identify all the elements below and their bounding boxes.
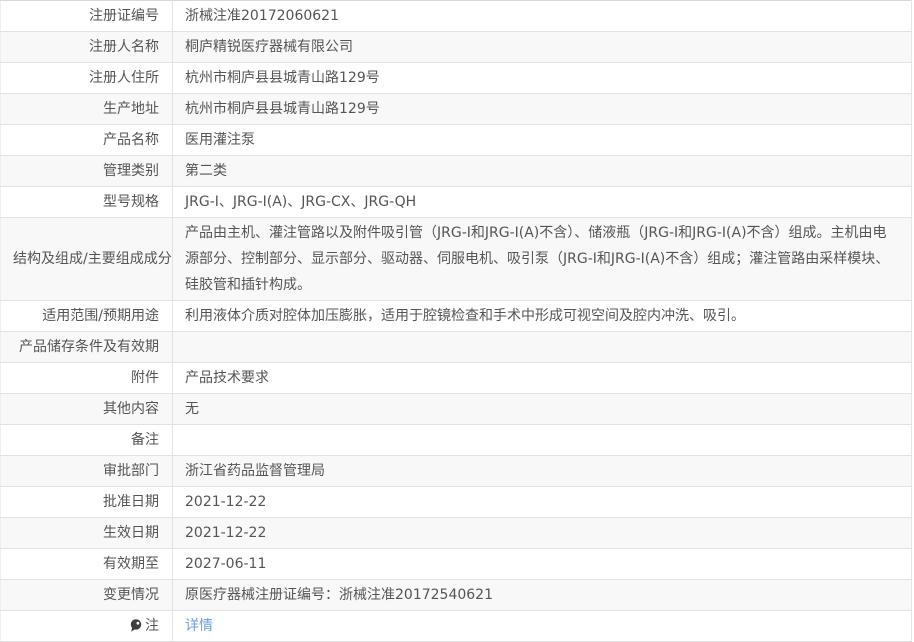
row-value: 浙江省药品监督管理局 [185, 463, 325, 479]
table-row: 生效日期 2021-12-22 [0, 517, 912, 549]
row-label-cell: 有效期至 [0, 548, 173, 580]
row-value-cell: 产品技术要求 [172, 362, 912, 394]
row-label-cell: 结构及组成/主要组成成分 [0, 217, 173, 301]
row-label: 管理类别 [103, 163, 159, 179]
row-value-cell: 医用灌注泵 [172, 124, 912, 156]
row-value: 医用灌注泵 [185, 132, 255, 148]
row-value-cell: 桐庐精锐医疗器械有限公司 [172, 31, 912, 63]
row-value: 杭州市桐庐县县城青山路129号 [185, 70, 380, 86]
row-value: 第二类 [185, 163, 227, 179]
row-value: 利用液体介质对腔体加压膨胀，适用于腔镜检查和手术中形成可视空间及腔内冲洗、吸引。 [185, 308, 745, 324]
row-value-cell: 产品由主机、灌注管路以及附件吸引管（JRG-I和JRG-I(A)不含）、储液瓶（… [172, 217, 912, 301]
row-value: 无 [185, 401, 199, 417]
row-value-cell: 浙江省药品监督管理局 [172, 455, 912, 487]
table-row: 注册证编号 浙械注准20172060621 [0, 0, 912, 32]
row-value-cell: JRG-I、JRG-I(A)、JRG-CX、JRG-QH [172, 186, 912, 218]
row-label-cell: 适用范围/预期用途 [0, 300, 173, 332]
row-label: 注册人名称 [89, 39, 159, 55]
row-value: 浙械注准20172060621 [185, 8, 339, 24]
row-label-cell: 型号规格 [0, 186, 173, 218]
table-row: 注 详情 [0, 610, 912, 642]
table-row: 有效期至 2027-06-11 [0, 548, 912, 580]
row-label-cell: 生效日期 [0, 517, 173, 549]
registration-info-table: 注册证编号 浙械注准20172060621 注册人名称 桐庐精锐医疗器械有限公司… [0, 0, 912, 642]
table-row: 管理类别 第二类 [0, 155, 912, 187]
row-value: 产品由主机、灌注管路以及附件吸引管（JRG-I和JRG-I(A)不含）、储液瓶（… [185, 225, 890, 293]
table-row: 结构及组成/主要组成成分 产品由主机、灌注管路以及附件吸引管（JRG-I和JRG… [0, 217, 912, 301]
row-label-cell: 生产地址 [0, 93, 173, 125]
row-label: 批准日期 [103, 494, 159, 510]
row-label: 产品名称 [103, 132, 159, 148]
row-label: 附件 [131, 370, 159, 386]
row-label: 审批部门 [103, 463, 159, 479]
row-label: 产品储存条件及有效期 [19, 339, 159, 355]
row-label: 注 [145, 618, 159, 634]
row-label: 有效期至 [103, 556, 159, 572]
table-row: 变更情况 原医疗器械注册证编号：浙械注准20172540621 [0, 579, 912, 611]
row-value-cell: 利用液体介质对腔体加压膨胀，适用于腔镜检查和手术中形成可视空间及腔内冲洗、吸引。 [172, 300, 912, 332]
row-value: 产品技术要求 [185, 370, 269, 386]
row-label: 备注 [131, 432, 159, 448]
row-label-cell: 注册证编号 [0, 0, 173, 32]
row-label-cell: 产品名称 [0, 124, 173, 156]
row-label-cell: 附件 [0, 362, 173, 394]
row-value-cell: 详情 [172, 610, 912, 642]
row-label-cell: 变更情况 [0, 579, 173, 611]
row-value-cell: 浙械注准20172060621 [172, 0, 912, 32]
table-row: 注册人住所 杭州市桐庐县县城青山路129号 [0, 62, 912, 94]
row-value: 桐庐精锐医疗器械有限公司 [185, 39, 353, 55]
row-label: 注册人住所 [89, 70, 159, 86]
row-value: JRG-I、JRG-I(A)、JRG-CX、JRG-QH [185, 194, 417, 210]
row-value-cell: 2027-06-11 [172, 548, 912, 580]
table-row: 生产地址 杭州市桐庐县县城青山路129号 [0, 93, 912, 125]
table-row: 适用范围/预期用途 利用液体介质对腔体加压膨胀，适用于腔镜检查和手术中形成可视空… [0, 300, 912, 332]
row-label: 生产地址 [103, 101, 159, 117]
row-label: 结构及组成/主要组成成分 [13, 251, 172, 267]
row-value-cell [172, 331, 912, 363]
note-balloon-icon [130, 619, 142, 632]
row-value: 原医疗器械注册证编号：浙械注准20172540621 [185, 587, 493, 603]
row-value: 2027-06-11 [185, 556, 267, 572]
row-value-cell: 无 [172, 393, 912, 425]
row-label-cell: 管理类别 [0, 155, 173, 187]
row-label-cell: 注 [0, 610, 173, 642]
row-label-cell: 备注 [0, 424, 173, 456]
table-row: 产品储存条件及有效期 [0, 331, 912, 363]
row-value-cell: 杭州市桐庐县县城青山路129号 [172, 62, 912, 94]
row-value-cell: 第二类 [172, 155, 912, 187]
row-value: 2021-12-22 [185, 525, 267, 541]
row-label-cell: 批准日期 [0, 486, 173, 518]
row-value-cell: 杭州市桐庐县县城青山路129号 [172, 93, 912, 125]
table-row: 批准日期 2021-12-22 [0, 486, 912, 518]
row-label: 适用范围/预期用途 [42, 308, 159, 324]
table-row: 审批部门 浙江省药品监督管理局 [0, 455, 912, 487]
row-label-cell: 产品储存条件及有效期 [0, 331, 173, 363]
table-row: 其他内容 无 [0, 393, 912, 425]
table-row: 备注 [0, 424, 912, 456]
row-label: 其他内容 [103, 401, 159, 417]
row-value-cell: 2021-12-22 [172, 486, 912, 518]
details-link[interactable]: 详情 [185, 618, 213, 634]
row-label-cell: 注册人名称 [0, 31, 173, 63]
row-label: 生效日期 [103, 525, 159, 541]
row-label: 注册证编号 [89, 8, 159, 24]
row-label-cell: 审批部门 [0, 455, 173, 487]
row-value: 2021-12-22 [185, 494, 267, 510]
row-value: 杭州市桐庐县县城青山路129号 [185, 101, 380, 117]
table-row: 附件 产品技术要求 [0, 362, 912, 394]
registration-table-body: 注册证编号 浙械注准20172060621 注册人名称 桐庐精锐医疗器械有限公司… [0, 0, 912, 642]
table-row: 注册人名称 桐庐精锐医疗器械有限公司 [0, 31, 912, 63]
row-value-cell: 原医疗器械注册证编号：浙械注准20172540621 [172, 579, 912, 611]
row-label: 型号规格 [103, 194, 159, 210]
row-value-cell [172, 424, 912, 456]
row-label-cell: 注册人住所 [0, 62, 173, 94]
row-label: 变更情况 [103, 587, 159, 603]
row-label-cell: 其他内容 [0, 393, 173, 425]
table-row: 型号规格 JRG-I、JRG-I(A)、JRG-CX、JRG-QH [0, 186, 912, 218]
table-row: 产品名称 医用灌注泵 [0, 124, 912, 156]
row-value-cell: 2021-12-22 [172, 517, 912, 549]
